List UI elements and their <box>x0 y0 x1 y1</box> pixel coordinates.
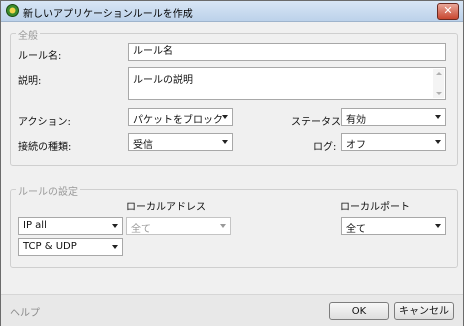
rule-settings-section-title: ルールの設定 <box>16 183 80 198</box>
ok-button[interactable]: OK <box>329 302 389 320</box>
close-button[interactable]: ✕ <box>437 3 459 20</box>
description-scrollbar[interactable] <box>433 69 444 98</box>
chevron-down-icon <box>220 224 226 228</box>
footer-bar: ヘルプ OK キャンセル <box>1 294 463 326</box>
help-link[interactable]: ヘルプ <box>10 304 40 319</box>
app-icon <box>6 4 19 17</box>
protocol-value: TCP & UDP <box>23 241 77 252</box>
connection-type-value: 受信 <box>133 140 153 151</box>
rule-name-input[interactable]: ルール名 <box>128 43 446 61</box>
description-text: ルールの説明 <box>133 75 193 86</box>
cancel-button[interactable]: キャンセル <box>394 302 454 320</box>
status-label: ステータス: <box>291 117 345 128</box>
status-select[interactable]: 有効 <box>341 108 446 126</box>
connection-type-select[interactable]: 受信 <box>128 133 233 151</box>
close-icon: ✕ <box>443 4 453 17</box>
local-port-value: 全て <box>346 224 366 235</box>
general-section-title: 全般 <box>16 27 40 42</box>
connection-type-label: 接続の種類: <box>18 142 72 153</box>
action-label: アクション: <box>18 117 71 128</box>
description-input[interactable]: ルールの説明 <box>128 67 446 100</box>
local-address-select[interactable]: 全て <box>126 217 231 235</box>
chevron-down-icon <box>222 115 228 119</box>
scroll-down-icon[interactable] <box>436 92 442 95</box>
scroll-up-icon[interactable] <box>436 72 442 75</box>
chevron-down-icon <box>435 140 441 144</box>
log-label: ログ: <box>313 142 337 153</box>
local-port-select[interactable]: 全て <box>341 217 446 235</box>
chevron-down-icon <box>435 115 441 119</box>
local-address-label: ローカルアドレス <box>126 202 206 213</box>
chevron-down-icon <box>222 140 228 144</box>
title-bar: 新しいアプリケーションルールを作成 ✕ <box>1 1 463 22</box>
action-select[interactable]: パケットをブロック <box>128 108 233 126</box>
window-title: 新しいアプリケーションルールを作成 <box>23 9 193 20</box>
local-address-value: 全て <box>131 224 151 235</box>
rule-name-label: ルール名: <box>18 51 62 62</box>
local-port-label: ローカルポート <box>340 202 410 213</box>
chevron-down-icon <box>435 224 441 228</box>
log-value: オフ <box>346 140 366 151</box>
chevron-down-icon <box>112 245 118 249</box>
chevron-down-icon <box>112 224 118 228</box>
action-value: パケットをブロック <box>133 115 223 126</box>
dialog-window: 新しいアプリケーションルールを作成 ✕ 全般 ルール名: ルール名 説明: ルー… <box>0 0 464 326</box>
ip-version-value: IP all <box>23 220 47 231</box>
description-label: 説明: <box>18 76 42 87</box>
status-value: 有効 <box>346 115 366 126</box>
protocol-select[interactable]: TCP & UDP <box>18 238 123 256</box>
log-select[interactable]: オフ <box>341 133 446 151</box>
ip-version-select[interactable]: IP all <box>18 217 123 235</box>
